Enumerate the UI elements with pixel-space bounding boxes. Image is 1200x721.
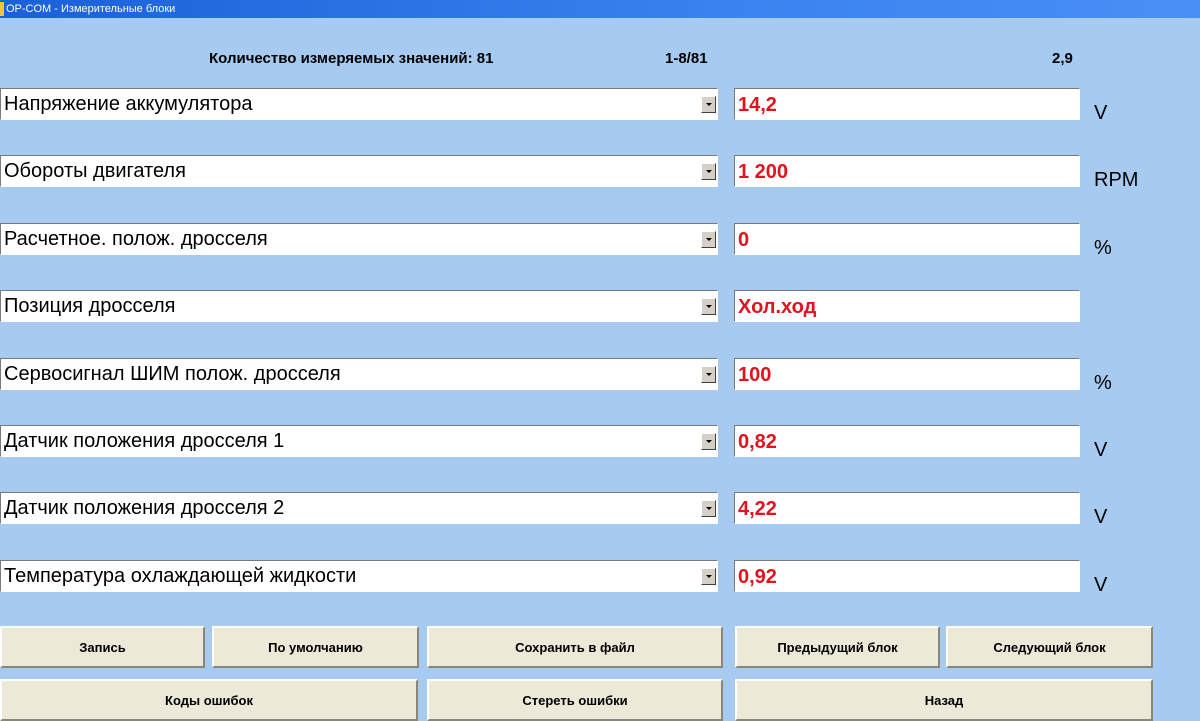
next-block-button[interactable]: Следующий блок xyxy=(946,626,1153,668)
back-button[interactable]: Назад xyxy=(735,679,1153,721)
unit-label: V xyxy=(1094,574,1108,596)
unit-label: V xyxy=(1094,439,1108,461)
measurement-row: Обороты двигателя 1 200 RPM xyxy=(0,155,1200,191)
parameter-label: Обороты двигателя xyxy=(4,160,186,182)
measurement-row: Датчик положения дросселя 2 4,22 V xyxy=(0,492,1200,528)
parameter-select[interactable]: Позиция дросселя xyxy=(0,290,718,322)
value-field: 1 200 xyxy=(734,155,1080,187)
window-title: OP-COM - Измерительные блоки xyxy=(6,3,176,15)
dropdown-button[interactable] xyxy=(701,96,716,113)
clear-errors-button[interactable]: Стереть ошибки xyxy=(427,679,723,721)
measurement-row: Напряжение аккумулятора 14,2 V xyxy=(0,88,1200,124)
chevron-down-icon xyxy=(706,575,712,578)
measured-value: 0 xyxy=(738,229,750,251)
chevron-down-icon xyxy=(706,103,712,106)
parameter-select[interactable]: Датчик положения дросселя 1 xyxy=(0,425,718,457)
dropdown-button[interactable] xyxy=(701,163,716,180)
dropdown-button[interactable] xyxy=(701,298,716,315)
measurement-row: Температура охлаждающей жидкости 0,92 V xyxy=(0,560,1200,596)
chevron-down-icon xyxy=(706,440,712,443)
parameter-select[interactable]: Напряжение аккумулятора xyxy=(0,88,718,120)
parameter-label: Позиция дросселя xyxy=(4,295,176,317)
parameter-label: Напряжение аккумулятора xyxy=(4,93,253,115)
save-to-file-button[interactable]: Сохранить в файл xyxy=(427,626,723,668)
chevron-down-icon xyxy=(706,507,712,510)
dropdown-button[interactable] xyxy=(701,366,716,383)
parameter-select[interactable]: Сервосигнал ШИМ полож. дросселя xyxy=(0,358,718,390)
dropdown-button[interactable] xyxy=(701,568,716,585)
dropdown-button[interactable] xyxy=(701,500,716,517)
value-field: 0 xyxy=(734,223,1080,255)
measured-value: 14,2 xyxy=(738,94,777,116)
unit-label: % xyxy=(1094,372,1112,394)
parameter-select[interactable]: Обороты двигателя xyxy=(0,155,718,187)
chevron-down-icon xyxy=(706,238,712,241)
dropdown-button[interactable] xyxy=(701,433,716,450)
measured-value: 4,22 xyxy=(738,498,777,520)
previous-block-button[interactable]: Предыдущий блок xyxy=(735,626,940,668)
parameter-label: Температура охлаждающей жидкости xyxy=(4,565,357,587)
measurement-row: Датчик положения дросселя 1 0,82 V xyxy=(0,425,1200,461)
value-field: 14,2 xyxy=(734,88,1080,120)
parameter-label: Датчик положения дросселя 2 xyxy=(4,497,285,519)
chevron-down-icon xyxy=(706,305,712,308)
value-field: 100 xyxy=(734,358,1080,390)
error-codes-button[interactable]: Коды ошибок xyxy=(0,679,418,721)
parameter-label: Датчик положения дросселя 1 xyxy=(4,430,285,452)
unit-label: V xyxy=(1094,506,1108,528)
value-field: 4,22 xyxy=(734,492,1080,524)
value-field: Хол.ход xyxy=(734,290,1080,322)
measured-value: 0,82 xyxy=(738,431,777,453)
chevron-down-icon xyxy=(706,170,712,173)
defaults-button[interactable]: По умолчанию xyxy=(212,626,419,668)
record-button[interactable]: Запись xyxy=(0,626,205,668)
value-field: 0,82 xyxy=(734,425,1080,457)
unit-label: V xyxy=(1094,102,1108,124)
parameter-select[interactable]: Температура охлаждающей жидкости xyxy=(0,560,718,592)
window-titlebar: OP-COM - Измерительные блоки xyxy=(0,0,1200,18)
unit-label: RPM xyxy=(1094,169,1139,191)
measured-value: 1 200 xyxy=(738,161,789,183)
measured-value: 0,92 xyxy=(738,566,777,588)
unit-label: % xyxy=(1094,237,1112,259)
app-icon xyxy=(0,2,4,16)
refresh-rate: 2,9 xyxy=(1052,50,1073,67)
value-field: 0,92 xyxy=(734,560,1080,592)
measurement-row: Позиция дросселя Хол.ход xyxy=(0,290,1200,324)
chevron-down-icon xyxy=(706,373,712,376)
parameter-label: Сервосигнал ШИМ полож. дросселя xyxy=(4,363,341,385)
dropdown-button[interactable] xyxy=(701,231,716,248)
parameter-label: Расчетное. полож. дросселя xyxy=(4,228,268,250)
measurement-row: Расчетное. полож. дросселя 0 % xyxy=(0,223,1200,259)
page-range: 1-8/81 xyxy=(665,50,708,67)
measured-values-count: Количество измеряемых значений: 81 xyxy=(209,50,494,67)
measured-value: Хол.ход xyxy=(738,296,817,318)
parameter-select[interactable]: Расчетное. полож. дросселя xyxy=(0,223,718,255)
measured-value: 100 xyxy=(738,364,772,386)
parameter-select[interactable]: Датчик положения дросселя 2 xyxy=(0,492,718,524)
measurement-row: Сервосигнал ШИМ полож. дросселя 100 % xyxy=(0,358,1200,394)
